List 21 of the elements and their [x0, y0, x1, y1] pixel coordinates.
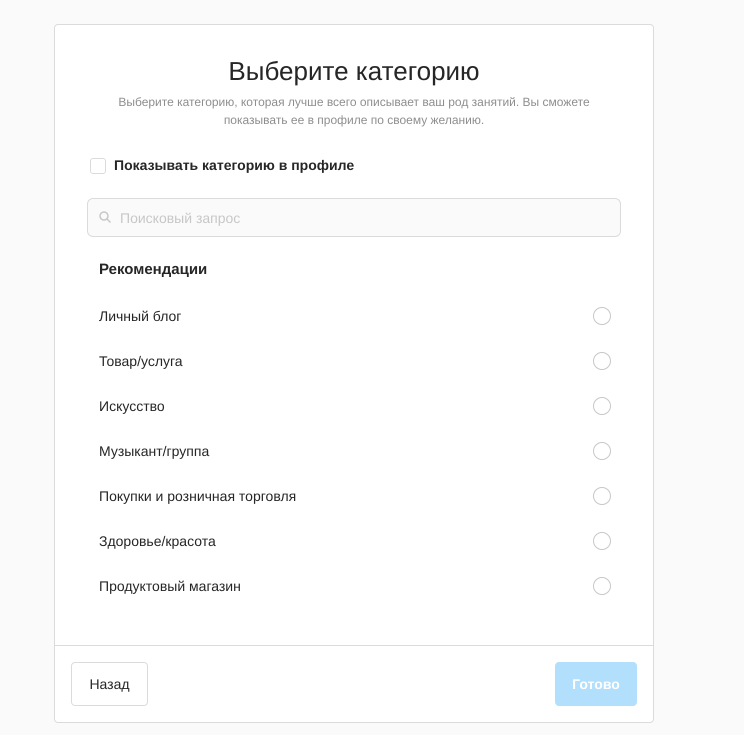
section-title: Рекомендации [99, 260, 208, 280]
category-radio[interactable] [593, 532, 611, 550]
category-radio[interactable] [593, 442, 611, 460]
back-button[interactable]: Назад [71, 662, 148, 706]
category-label: Здоровье/красота [99, 532, 216, 551]
category-radio[interactable] [593, 577, 611, 595]
category-radio[interactable] [593, 307, 611, 325]
category-label: Искусство [99, 396, 165, 416]
dialog-description: Выберите категорию, которая лучше всего описывает ваш род занятий. Вы сможете показывать ее в профиле по своему желанию. [117, 94, 591, 129]
category-label: Личный блог [99, 306, 182, 326]
category-radio[interactable] [593, 352, 611, 370]
category-label: Товар/услуга [99, 352, 183, 371]
show-category-checkbox[interactable] [90, 158, 106, 174]
category-label: Музыкант/группа [99, 442, 210, 461]
search-icon [99, 211, 111, 223]
show-category-label: Показывать категорию в профиле [114, 156, 354, 175]
category-radio[interactable] [593, 397, 611, 415]
dialog-title: Выберите категорию [228, 55, 480, 88]
category-label: Покупки и розничная торговля [99, 486, 296, 506]
category-label: Продуктовый магазин [99, 576, 241, 596]
category-radio[interactable] [593, 487, 611, 505]
